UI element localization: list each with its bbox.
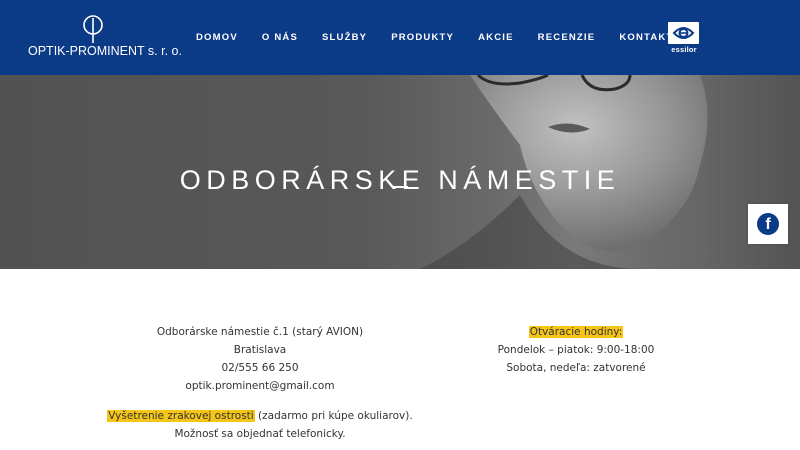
- email-link[interactable]: optik.prominent@gmail.com: [185, 380, 334, 392]
- exam-note: Možnosť sa objednať telefonicky.: [174, 428, 346, 440]
- hours-title: Otváracie hodiny:: [528, 326, 624, 338]
- main-nav: DOMOV O NÁS SLUŽBY PRODUKTY AKCIE RECENZ…: [196, 0, 697, 75]
- nav-item-o-nas[interactable]: O NÁS: [262, 32, 298, 43]
- opening-hours-block: Otváracie hodiny: Pondelok – piatok: 9:0…: [476, 323, 676, 377]
- optik-logo-icon: [83, 15, 103, 43]
- hours-weekend: Sobota, nedeľa: zatvorené: [506, 362, 646, 374]
- nav-item-domov[interactable]: DOMOV: [196, 32, 238, 43]
- exam-highlight: Vyšetrenie zrakovej ostrosti: [107, 410, 255, 422]
- essilor-eye-icon: [668, 22, 699, 44]
- essilor-text: essilor: [671, 45, 697, 54]
- facebook-glyph: f: [765, 216, 771, 233]
- logo-link[interactable]: OPTIK-PROMINENT s. r. o.: [24, 14, 182, 64]
- address-city: Bratislava: [233, 344, 287, 356]
- address-block: Odborárske námestie č.1 (starý AVION) Br…: [30, 323, 490, 443]
- phone-number: 02/555 66 250: [221, 362, 299, 374]
- nav-item-produkty[interactable]: PRODUKTY: [391, 32, 454, 43]
- exam-info: Vyšetrenie zrakovej ostrosti (zadarmo pr…: [30, 407, 490, 425]
- nav-item-kontakt[interactable]: KONTAKT: [619, 32, 673, 43]
- logo-text: OPTIK-PROMINENT s. r. o.: [28, 44, 182, 58]
- nav-item-akcie[interactable]: AKCIE: [478, 32, 514, 43]
- address-line: Odborárske námestie č.1 (starý AVION): [156, 326, 364, 338]
- facebook-button[interactable]: f: [748, 204, 788, 244]
- exam-detail: (zadarmo pri kúpe okuliarov).: [254, 410, 413, 422]
- hours-weekdays: Pondelok – piatok: 9:00-18:00: [497, 344, 655, 356]
- nav-item-recenzie[interactable]: RECENZIE: [538, 32, 596, 43]
- facebook-icon: f: [757, 213, 779, 235]
- title-underline: [392, 186, 408, 188]
- site-header: OPTIK-PROMINENT s. r. o. DOMOV O NÁS SLU…: [0, 0, 800, 75]
- page-title: ODBORÁRSKE NÁMESTIE: [179, 165, 621, 196]
- nav-item-sluzby[interactable]: SLUŽBY: [322, 32, 367, 43]
- hero-banner: ODBORÁRSKE NÁMESTIE: [0, 75, 800, 269]
- essilor-partner-logo[interactable]: essilor: [667, 22, 701, 58]
